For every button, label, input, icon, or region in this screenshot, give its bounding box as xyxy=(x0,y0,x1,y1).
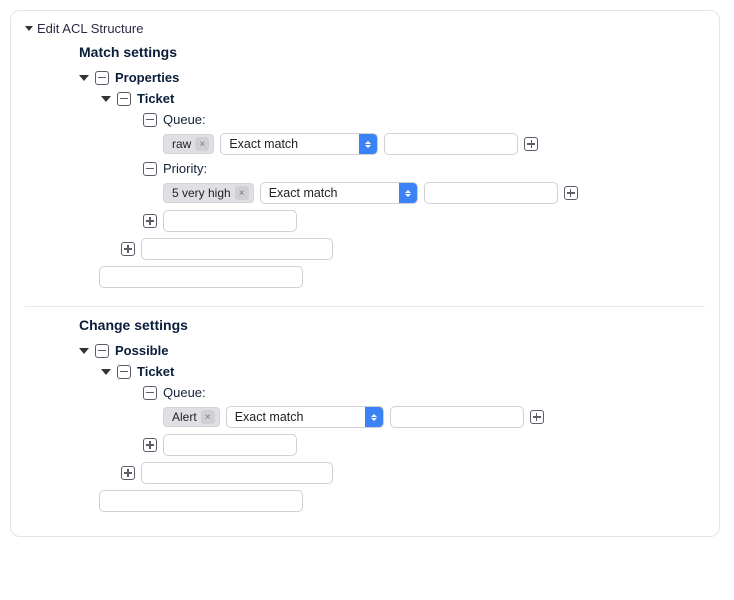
priority-value-input[interactable] xyxy=(424,182,558,204)
tag-text: Alert xyxy=(172,410,197,424)
possible-node: Possible xyxy=(79,343,705,358)
new-section-input[interactable] xyxy=(99,490,303,512)
new-object-input[interactable] xyxy=(141,238,333,260)
queue-value-row-change: Alert × Exact match xyxy=(163,406,705,428)
priority-match-mode-select[interactable]: Exact match xyxy=(260,182,418,204)
collapse-button[interactable] xyxy=(143,386,157,400)
priority-tag[interactable]: 5 very high × xyxy=(163,183,254,203)
caret-down-icon[interactable] xyxy=(79,348,89,354)
ticket-label: Ticket xyxy=(137,364,174,379)
caret-down-icon[interactable] xyxy=(101,96,111,102)
queue-label: Queue: xyxy=(163,385,206,400)
queue-value-input[interactable] xyxy=(384,133,518,155)
caret-down-icon[interactable] xyxy=(79,75,89,81)
collapse-button[interactable] xyxy=(117,365,131,379)
new-field-input[interactable] xyxy=(163,434,297,456)
new-section-input[interactable] xyxy=(99,266,303,288)
queue-row-change: Queue: xyxy=(143,385,705,400)
add-object-row-change xyxy=(121,462,705,484)
tag-text: raw xyxy=(172,137,191,151)
add-section-row-change xyxy=(99,490,705,512)
add-field-row-change xyxy=(143,434,705,456)
priority-row-match: Priority: xyxy=(143,161,705,176)
panel-header[interactable]: Edit ACL Structure xyxy=(25,21,705,36)
queue-match-mode-select[interactable]: Exact match xyxy=(220,133,378,155)
acl-panel: Edit ACL Structure Match settings Proper… xyxy=(10,10,720,537)
panel-title: Edit ACL Structure xyxy=(37,21,143,36)
collapse-button[interactable] xyxy=(143,162,157,176)
queue-match-mode-select[interactable]: Exact match xyxy=(226,406,384,428)
properties-node: Properties xyxy=(79,70,705,85)
possible-label: Possible xyxy=(115,343,168,358)
new-field-input[interactable] xyxy=(163,210,297,232)
match-settings-title: Match settings xyxy=(79,44,705,60)
priority-label: Priority: xyxy=(163,161,207,176)
priority-value-row-match: 5 very high × Exact match xyxy=(163,182,705,204)
add-object-row-match xyxy=(121,238,705,260)
ticket-node-change: Ticket xyxy=(101,364,705,379)
caret-down-icon xyxy=(25,26,33,31)
select-arrows-icon xyxy=(399,183,417,203)
section-divider xyxy=(25,306,705,307)
add-button[interactable] xyxy=(121,242,135,256)
ticket-label: Ticket xyxy=(137,91,174,106)
add-field-row-match xyxy=(143,210,705,232)
queue-value-row-match: raw × Exact match xyxy=(163,133,705,155)
select-value: Exact match xyxy=(227,407,365,427)
add-button[interactable] xyxy=(524,137,538,151)
collapse-button[interactable] xyxy=(117,92,131,106)
add-section-row-match xyxy=(99,266,705,288)
select-value: Exact match xyxy=(221,134,359,154)
remove-icon[interactable]: × xyxy=(201,410,215,424)
caret-down-icon[interactable] xyxy=(101,369,111,375)
remove-icon[interactable]: × xyxy=(235,186,249,200)
queue-tag[interactable]: Alert × xyxy=(163,407,220,427)
remove-icon[interactable]: × xyxy=(195,137,209,151)
tag-text: 5 very high xyxy=(172,186,231,200)
add-button[interactable] xyxy=(143,214,157,228)
add-button[interactable] xyxy=(143,438,157,452)
select-arrows-icon xyxy=(359,134,377,154)
queue-tag[interactable]: raw × xyxy=(163,134,214,154)
change-settings-title: Change settings xyxy=(79,317,705,333)
collapse-button[interactable] xyxy=(95,344,109,358)
select-arrows-icon xyxy=(365,407,383,427)
queue-value-input[interactable] xyxy=(390,406,524,428)
select-value: Exact match xyxy=(261,183,399,203)
new-object-input[interactable] xyxy=(141,462,333,484)
add-button[interactable] xyxy=(121,466,135,480)
queue-label: Queue: xyxy=(163,112,206,127)
ticket-node-match: Ticket xyxy=(101,91,705,106)
add-button[interactable] xyxy=(530,410,544,424)
properties-label: Properties xyxy=(115,70,179,85)
add-button[interactable] xyxy=(564,186,578,200)
collapse-button[interactable] xyxy=(95,71,109,85)
collapse-button[interactable] xyxy=(143,113,157,127)
queue-row-match: Queue: xyxy=(143,112,705,127)
